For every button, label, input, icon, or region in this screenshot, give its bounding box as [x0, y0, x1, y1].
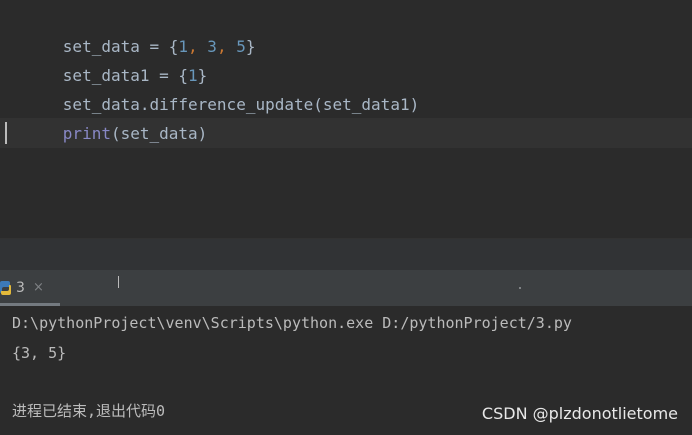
- code-line-4[interactable]: print(set_data): [5, 90, 208, 143]
- run-tool-window-header: 3 ×: [0, 270, 692, 307]
- code-editor[interactable]: set_data = {1, 3, 5} set_data1 = {1} set…: [0, 0, 692, 238]
- run-tab-3[interactable]: 3 ×: [0, 270, 60, 306]
- console-exit-message: 进程已结束,退出代码0: [12, 402, 166, 420]
- csdn-watermark: CSDN @plzdonotlietome: [481, 404, 678, 423]
- code-token-number: 5: [236, 37, 246, 56]
- close-icon[interactable]: ×: [33, 278, 44, 298]
- code-line-1[interactable]: set_data = {1, 3, 5}: [5, 3, 256, 56]
- code-token: }: [245, 37, 256, 56]
- code-token-punctuation: ,: [216, 37, 237, 56]
- run-tab-label: 3: [16, 280, 25, 296]
- run-console[interactable]: D:\pythonProject\venv\Scripts\python.exe…: [0, 306, 692, 435]
- separator-dot: [519, 287, 521, 289]
- panel-splitter[interactable]: [0, 238, 692, 271]
- code-line-3[interactable]: set_data.difference_update(set_data1): [5, 61, 419, 114]
- ide-window: set_data = {1, 3, 5} set_data1 = {1} set…: [0, 0, 692, 435]
- console-output-line: {3, 5}: [12, 344, 67, 362]
- text-cursor-marker: [118, 276, 119, 288]
- code-token: (set_data): [110, 124, 208, 143]
- code-token-number: 3: [207, 37, 217, 56]
- python-icon: [0, 281, 11, 295]
- text-caret: [5, 122, 7, 144]
- code-line-2[interactable]: set_data1 = {1}: [5, 32, 208, 85]
- code-token-builtin: print: [62, 124, 111, 143]
- console-command-line: D:\pythonProject\venv\Scripts\python.exe…: [12, 314, 572, 332]
